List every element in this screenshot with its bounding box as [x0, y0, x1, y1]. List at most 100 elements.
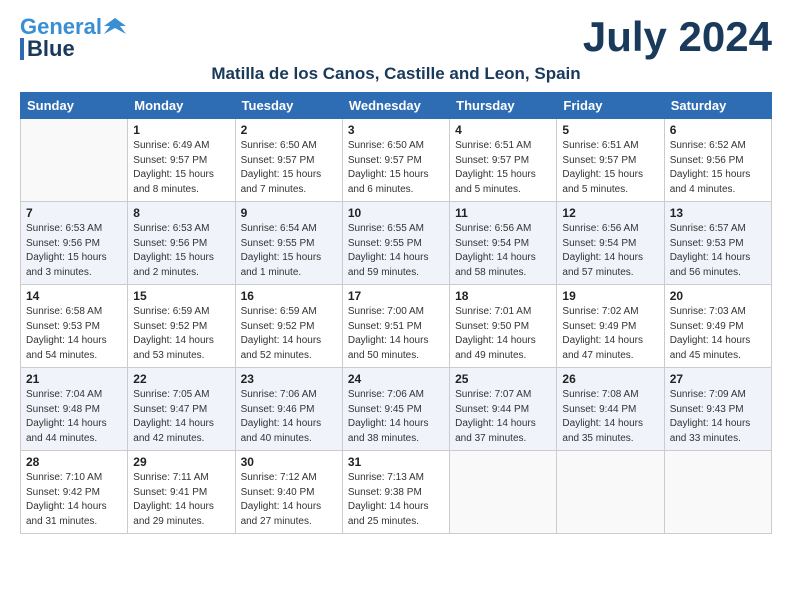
day-number: 13	[670, 206, 766, 220]
day-info: Sunrise: 6:54 AM Sunset: 9:55 PM Dayligh…	[241, 222, 337, 280]
day-number: 20	[670, 289, 766, 303]
day-info: Sunrise: 7:09 AM Sunset: 9:43 PM Dayligh…	[670, 388, 766, 446]
day-number: 6	[670, 123, 766, 137]
calendar-cell: 4 Sunrise: 6:51 AM Sunset: 9:57 PM Daylig…	[450, 119, 557, 202]
day-info: Sunrise: 6:59 AM Sunset: 9:52 PM Dayligh…	[133, 305, 229, 363]
logo-blue-text: Blue	[27, 38, 75, 60]
day-number: 21	[26, 372, 122, 386]
day-number: 31	[348, 455, 444, 469]
day-info: Sunrise: 7:06 AM Sunset: 9:45 PM Dayligh…	[348, 388, 444, 446]
weekday-header-thursday: Thursday	[450, 93, 557, 119]
calendar-cell: 29 Sunrise: 7:11 AM Sunset: 9:41 PM Dayli…	[128, 451, 235, 534]
day-info: Sunrise: 6:59 AM Sunset: 9:52 PM Dayligh…	[241, 305, 337, 363]
day-info: Sunrise: 7:03 AM Sunset: 9:49 PM Dayligh…	[670, 305, 766, 363]
calendar-cell: 7 Sunrise: 6:53 AM Sunset: 9:56 PM Daylig…	[21, 202, 128, 285]
calendar-cell: 22 Sunrise: 7:05 AM Sunset: 9:47 PM Dayli…	[128, 368, 235, 451]
day-number: 3	[348, 123, 444, 137]
day-info: Sunrise: 6:57 AM Sunset: 9:53 PM Dayligh…	[670, 222, 766, 280]
calendar-cell: 21Sunrise: 7:04 AM Sunset: 9:48 PM Dayli…	[21, 368, 128, 451]
calendar-cell: 27 Sunrise: 7:09 AM Sunset: 9:43 PM Dayli…	[664, 368, 771, 451]
calendar-cell: 6 Sunrise: 6:52 AM Sunset: 9:56 PM Daylig…	[664, 119, 771, 202]
calendar-cell: 20 Sunrise: 7:03 AM Sunset: 9:49 PM Dayli…	[664, 285, 771, 368]
day-number: 15	[133, 289, 229, 303]
day-number: 28	[26, 455, 122, 469]
weekday-header-friday: Friday	[557, 93, 664, 119]
weekday-header-tuesday: Tuesday	[235, 93, 342, 119]
calendar-cell: 19 Sunrise: 7:02 AM Sunset: 9:49 PM Dayli…	[557, 285, 664, 368]
day-number: 1	[133, 123, 229, 137]
day-number: 29	[133, 455, 229, 469]
day-number: 27	[670, 372, 766, 386]
day-number: 24	[348, 372, 444, 386]
day-number: 23	[241, 372, 337, 386]
day-info: Sunrise: 7:08 AM Sunset: 9:44 PM Dayligh…	[562, 388, 658, 446]
day-info: Sunrise: 7:06 AM Sunset: 9:46 PM Dayligh…	[241, 388, 337, 446]
day-info: Sunrise: 7:02 AM Sunset: 9:49 PM Dayligh…	[562, 305, 658, 363]
day-number: 8	[133, 206, 229, 220]
day-info: Sunrise: 6:56 AM Sunset: 9:54 PM Dayligh…	[562, 222, 658, 280]
day-number: 19	[562, 289, 658, 303]
calendar-cell: 1 Sunrise: 6:49 AM Sunset: 9:57 PM Daylig…	[128, 119, 235, 202]
day-info: Sunrise: 7:00 AM Sunset: 9:51 PM Dayligh…	[348, 305, 444, 363]
calendar-cell: 18 Sunrise: 7:01 AM Sunset: 9:50 PM Dayli…	[450, 285, 557, 368]
day-number: 14	[26, 289, 122, 303]
day-number: 16	[241, 289, 337, 303]
day-number: 17	[348, 289, 444, 303]
day-info: Sunrise: 7:11 AM Sunset: 9:41 PM Dayligh…	[133, 471, 229, 529]
calendar-cell: 13 Sunrise: 6:57 AM Sunset: 9:53 PM Dayli…	[664, 202, 771, 285]
location-title: Matilla de los Canos, Castille and Leon,…	[20, 64, 772, 84]
calendar-cell: 10 Sunrise: 6:55 AM Sunset: 9:55 PM Dayli…	[342, 202, 449, 285]
calendar-cell: 2 Sunrise: 6:50 AM Sunset: 9:57 PM Daylig…	[235, 119, 342, 202]
calendar-cell: 11Sunrise: 6:56 AM Sunset: 9:54 PM Dayli…	[450, 202, 557, 285]
calendar-cell: 9 Sunrise: 6:54 AM Sunset: 9:55 PM Daylig…	[235, 202, 342, 285]
day-info: Sunrise: 6:53 AM Sunset: 9:56 PM Dayligh…	[26, 222, 122, 280]
calendar-cell: 30 Sunrise: 7:12 AM Sunset: 9:40 PM Dayli…	[235, 451, 342, 534]
day-number: 10	[348, 206, 444, 220]
day-info: Sunrise: 6:49 AM Sunset: 9:57 PM Dayligh…	[133, 139, 229, 197]
day-number: 22	[133, 372, 229, 386]
day-info: Sunrise: 6:53 AM Sunset: 9:56 PM Dayligh…	[133, 222, 229, 280]
weekday-header-saturday: Saturday	[664, 93, 771, 119]
day-info: Sunrise: 6:52 AM Sunset: 9:56 PM Dayligh…	[670, 139, 766, 197]
calendar-cell: 5 Sunrise: 6:51 AM Sunset: 9:57 PM Daylig…	[557, 119, 664, 202]
day-info: Sunrise: 6:56 AM Sunset: 9:54 PM Dayligh…	[455, 222, 551, 280]
day-info: Sunrise: 7:05 AM Sunset: 9:47 PM Dayligh…	[133, 388, 229, 446]
day-number: 26	[562, 372, 658, 386]
day-info: Sunrise: 6:50 AM Sunset: 9:57 PM Dayligh…	[348, 139, 444, 197]
calendar-cell: 14 Sunrise: 6:58 AM Sunset: 9:53 PM Dayli…	[21, 285, 128, 368]
day-number: 4	[455, 123, 551, 137]
day-info: Sunrise: 7:12 AM Sunset: 9:40 PM Dayligh…	[241, 471, 337, 529]
day-number: 7	[26, 206, 122, 220]
calendar-cell: 28 Sunrise: 7:10 AM Sunset: 9:42 PM Dayli…	[21, 451, 128, 534]
day-info: Sunrise: 6:58 AM Sunset: 9:53 PM Dayligh…	[26, 305, 122, 363]
calendar-cell: 23 Sunrise: 7:06 AM Sunset: 9:46 PM Dayli…	[235, 368, 342, 451]
calendar-cell: 16 Sunrise: 6:59 AM Sunset: 9:52 PM Dayli…	[235, 285, 342, 368]
logo: General Blue	[20, 16, 126, 60]
day-number: 30	[241, 455, 337, 469]
day-info: Sunrise: 6:51 AM Sunset: 9:57 PM Dayligh…	[562, 139, 658, 197]
day-number: 9	[241, 206, 337, 220]
calendar-cell: 8 Sunrise: 6:53 AM Sunset: 9:56 PM Daylig…	[128, 202, 235, 285]
day-number: 12	[562, 206, 658, 220]
month-title: July 2024	[583, 16, 772, 58]
weekday-header-wednesday: Wednesday	[342, 93, 449, 119]
calendar-cell: 31 Sunrise: 7:13 AM Sunset: 9:38 PM Dayli…	[342, 451, 449, 534]
day-info: Sunrise: 7:01 AM Sunset: 9:50 PM Dayligh…	[455, 305, 551, 363]
logo-text: General	[20, 16, 102, 38]
day-number: 2	[241, 123, 337, 137]
day-info: Sunrise: 6:55 AM Sunset: 9:55 PM Dayligh…	[348, 222, 444, 280]
day-info: Sunrise: 6:50 AM Sunset: 9:57 PM Dayligh…	[241, 139, 337, 197]
calendar-cell	[450, 451, 557, 534]
day-number: 18	[455, 289, 551, 303]
calendar-cell: 26 Sunrise: 7:08 AM Sunset: 9:44 PM Dayli…	[557, 368, 664, 451]
day-info: Sunrise: 7:10 AM Sunset: 9:42 PM Dayligh…	[26, 471, 122, 529]
day-number: 5	[562, 123, 658, 137]
day-info: Sunrise: 7:13 AM Sunset: 9:38 PM Dayligh…	[348, 471, 444, 529]
calendar-cell: 17 Sunrise: 7:00 AM Sunset: 9:51 PM Dayli…	[342, 285, 449, 368]
calendar-cell: 12 Sunrise: 6:56 AM Sunset: 9:54 PM Dayli…	[557, 202, 664, 285]
calendar-cell: 25Sunrise: 7:07 AM Sunset: 9:44 PM Dayli…	[450, 368, 557, 451]
day-number: 25	[455, 372, 551, 386]
day-info: Sunrise: 6:51 AM Sunset: 9:57 PM Dayligh…	[455, 139, 551, 197]
calendar-cell	[664, 451, 771, 534]
calendar-cell: 3 Sunrise: 6:50 AM Sunset: 9:57 PM Daylig…	[342, 119, 449, 202]
